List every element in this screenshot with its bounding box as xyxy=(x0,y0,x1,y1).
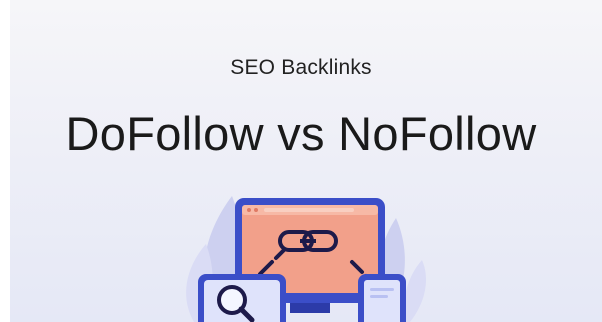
left-edge xyxy=(0,0,10,322)
page-title: DoFollow vs NoFollow xyxy=(65,107,537,160)
phone-icon xyxy=(358,274,406,322)
magnifier-icon xyxy=(198,274,286,322)
subtitle: SEO Backlinks xyxy=(230,56,372,79)
seo-illustration xyxy=(186,196,426,322)
thumbnail-frame: SEO Backlinks DoFollow vs NoFollow xyxy=(0,0,602,322)
